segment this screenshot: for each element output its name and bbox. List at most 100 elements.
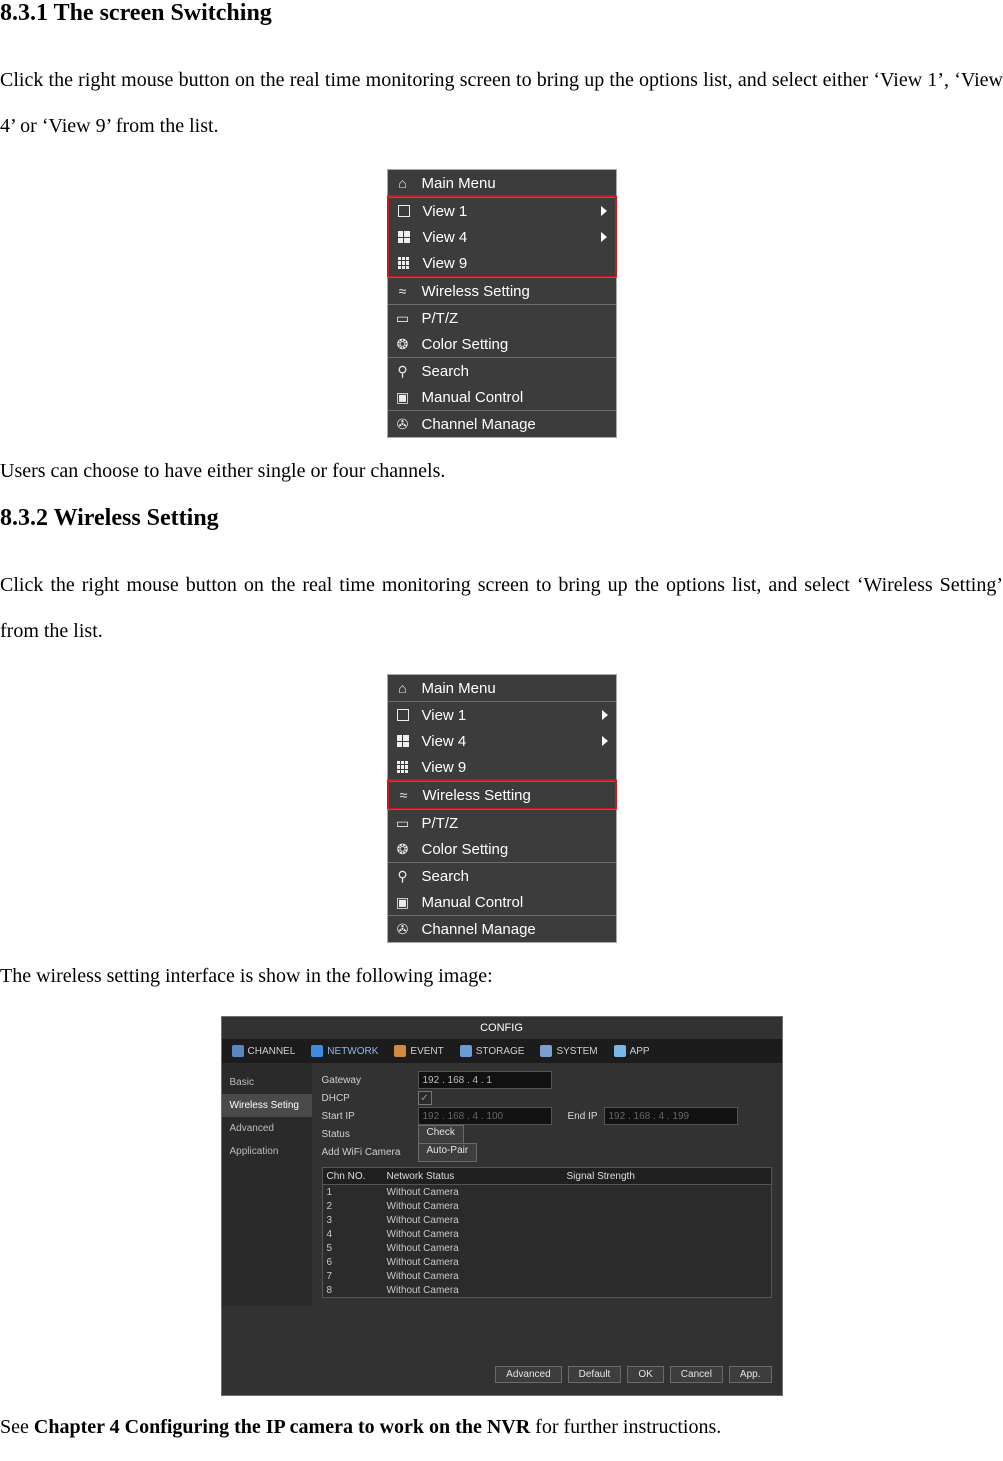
config-side-nav: Basic Wireless Seting Advanced Applicati… (222, 1063, 312, 1306)
label-gateway: Gateway (322, 1075, 412, 1086)
tab-label-event: EVENT (410, 1046, 443, 1057)
ptz-icon: ▭ (394, 814, 412, 832)
chevron-right-icon (601, 206, 607, 216)
table-row[interactable]: 7Without Camera (322, 1269, 772, 1283)
manual-icon: ▣ (394, 388, 412, 406)
heading-wireless-setting: 8.3.2 Wireless Setting (0, 505, 1003, 532)
th-chn-no: Chn NO. (323, 1171, 387, 1182)
menu-item-view1[interactable]: View 1 (388, 701, 616, 728)
table-row[interactable]: 3Without Camera (322, 1213, 772, 1227)
cell-network-status: Without Camera (387, 1201, 567, 1212)
cell-network-status: Without Camera (387, 1215, 567, 1226)
cell-network-status: Without Camera (387, 1285, 567, 1296)
label-add-wifi-camera: Add WiFi Camera (322, 1147, 412, 1158)
menu-label-view1: View 1 (423, 203, 609, 220)
view9-icon (395, 254, 413, 272)
wifi-camera-table: Chn NO. Network Status Signal Strength 1… (322, 1167, 772, 1298)
menu-item-channel-manage[interactable]: ✇ Channel Manage (388, 410, 616, 437)
label-end-ip: End IP (558, 1111, 598, 1122)
menu-item-manual-control[interactable]: ▣ Manual Control (388, 889, 616, 915)
tab-label-storage: STORAGE (476, 1046, 525, 1057)
cell-network-status: Without Camera (387, 1243, 567, 1254)
channel-icon: ✇ (394, 920, 412, 938)
chevron-right-icon (602, 710, 608, 720)
color-icon: ❂ (394, 840, 412, 858)
menu-item-color[interactable]: ❂ Color Setting (388, 331, 616, 357)
menu-item-view1[interactable]: View 1 (389, 197, 615, 224)
table-row[interactable]: 4Without Camera (322, 1227, 772, 1241)
menu-item-search[interactable]: ⚲ Search (388, 357, 616, 384)
menu-label-channel: Channel Manage (422, 416, 610, 433)
paragraph-831-intro: Click the right mouse button on the real… (0, 57, 1003, 149)
ptz-icon: ▭ (394, 309, 412, 327)
table-row[interactable]: 5Without Camera (322, 1241, 772, 1255)
tab-event[interactable]: EVENT (388, 1040, 449, 1062)
para3-suffix: for further instructions. (530, 1416, 721, 1438)
paragraph-831-note: Users can choose to have either single o… (0, 460, 1003, 483)
table-row[interactable]: 8Without Camera (322, 1283, 772, 1298)
check-button[interactable]: Check (418, 1125, 464, 1144)
cell-network-status: Without Camera (387, 1271, 567, 1282)
paragraph-832-intro: Click the right mouse button on the real… (0, 562, 1003, 654)
menu-label-view9: View 9 (422, 759, 610, 776)
para3-prefix: See (0, 1416, 34, 1438)
paragraph-832-interface-note: The wireless setting interface is show i… (0, 965, 1003, 988)
menu-label-wireless: Wireless Setting (423, 787, 609, 804)
menu-label-search: Search (422, 868, 610, 885)
side-item-application[interactable]: Application (222, 1140, 312, 1163)
menu-item-view4[interactable]: View 4 (388, 728, 616, 754)
menu-label-ptz: P/T/Z (422, 815, 610, 832)
menu-label-ptz: P/T/Z (422, 310, 610, 327)
config-main-panel: Gateway 192 . 168 . 4 . 1 DHCP ✓ Start I… (312, 1063, 782, 1306)
tab-network[interactable]: NETWORK (305, 1040, 384, 1062)
cell-chn-no: 5 (323, 1243, 387, 1254)
menu-item-wireless[interactable]: ≈ Wireless Setting (389, 781, 615, 808)
th-network-status: Network Status (387, 1171, 567, 1182)
input-gateway[interactable]: 192 . 168 . 4 . 1 (418, 1071, 552, 1089)
menu-item-view9[interactable]: View 9 (389, 250, 615, 276)
table-row[interactable]: 6Without Camera (322, 1255, 772, 1269)
checkbox-dhcp[interactable]: ✓ (418, 1091, 432, 1105)
menu-item-ptz[interactable]: ▭ P/T/Z (388, 304, 616, 331)
menu-label-view9: View 9 (423, 255, 609, 272)
menu-label-channel: Channel Manage (422, 921, 610, 938)
menu-item-channel-manage[interactable]: ✇ Channel Manage (388, 915, 616, 942)
menu-label-wireless: Wireless Setting (422, 283, 610, 300)
menu-item-main-menu[interactable]: ⌂ Main Menu (388, 675, 616, 701)
event-tab-icon (394, 1045, 406, 1057)
menu-item-ptz[interactable]: ▭ P/T/Z (388, 809, 616, 836)
menu-item-view4[interactable]: View 4 (389, 224, 615, 250)
input-end-ip[interactable]: 192 . 168 . 4 . 199 (604, 1107, 738, 1125)
tab-system[interactable]: SYSTEM (534, 1040, 603, 1062)
menu-item-search[interactable]: ⚲ Search (388, 862, 616, 889)
config-window: CONFIG CHANNEL NETWORK EVENT STORAGE SYS… (221, 1016, 783, 1396)
default-button[interactable]: Default (568, 1366, 622, 1383)
app-button[interactable]: App. (729, 1366, 772, 1383)
menu-item-wireless[interactable]: ≈ Wireless Setting (388, 277, 616, 304)
cell-chn-no: 2 (323, 1201, 387, 1212)
cell-chn-no: 4 (323, 1229, 387, 1240)
menu-item-main-menu[interactable]: ⌂ Main Menu (388, 170, 616, 196)
side-item-wireless[interactable]: Wireless Seting (222, 1094, 312, 1117)
cell-network-status: Without Camera (387, 1257, 567, 1268)
side-item-basic[interactable]: Basic (222, 1071, 312, 1094)
home-icon: ⌂ (394, 174, 412, 192)
tab-app[interactable]: APP (608, 1040, 656, 1062)
view4-icon (395, 228, 413, 246)
input-start-ip[interactable]: 192 . 168 . 4 . 100 (418, 1107, 552, 1125)
ok-button[interactable]: OK (627, 1366, 663, 1383)
side-item-advanced[interactable]: Advanced (222, 1117, 312, 1140)
menu-item-view9[interactable]: View 9 (388, 754, 616, 780)
cancel-button[interactable]: Cancel (670, 1366, 723, 1383)
tab-channel[interactable]: CHANNEL (226, 1040, 302, 1062)
menu-item-color[interactable]: ❂ Color Setting (388, 836, 616, 862)
menu-label-search: Search (422, 363, 610, 380)
table-row[interactable]: 1Without Camera (322, 1185, 772, 1199)
table-row[interactable]: 2Without Camera (322, 1199, 772, 1213)
wifi-icon: ≈ (394, 282, 412, 300)
tab-storage[interactable]: STORAGE (454, 1040, 531, 1062)
menu-label-color: Color Setting (422, 336, 610, 353)
advanced-button[interactable]: Advanced (495, 1366, 561, 1383)
menu-item-manual-control[interactable]: ▣ Manual Control (388, 384, 616, 410)
auto-pair-button[interactable]: Auto-Pair (418, 1143, 478, 1162)
